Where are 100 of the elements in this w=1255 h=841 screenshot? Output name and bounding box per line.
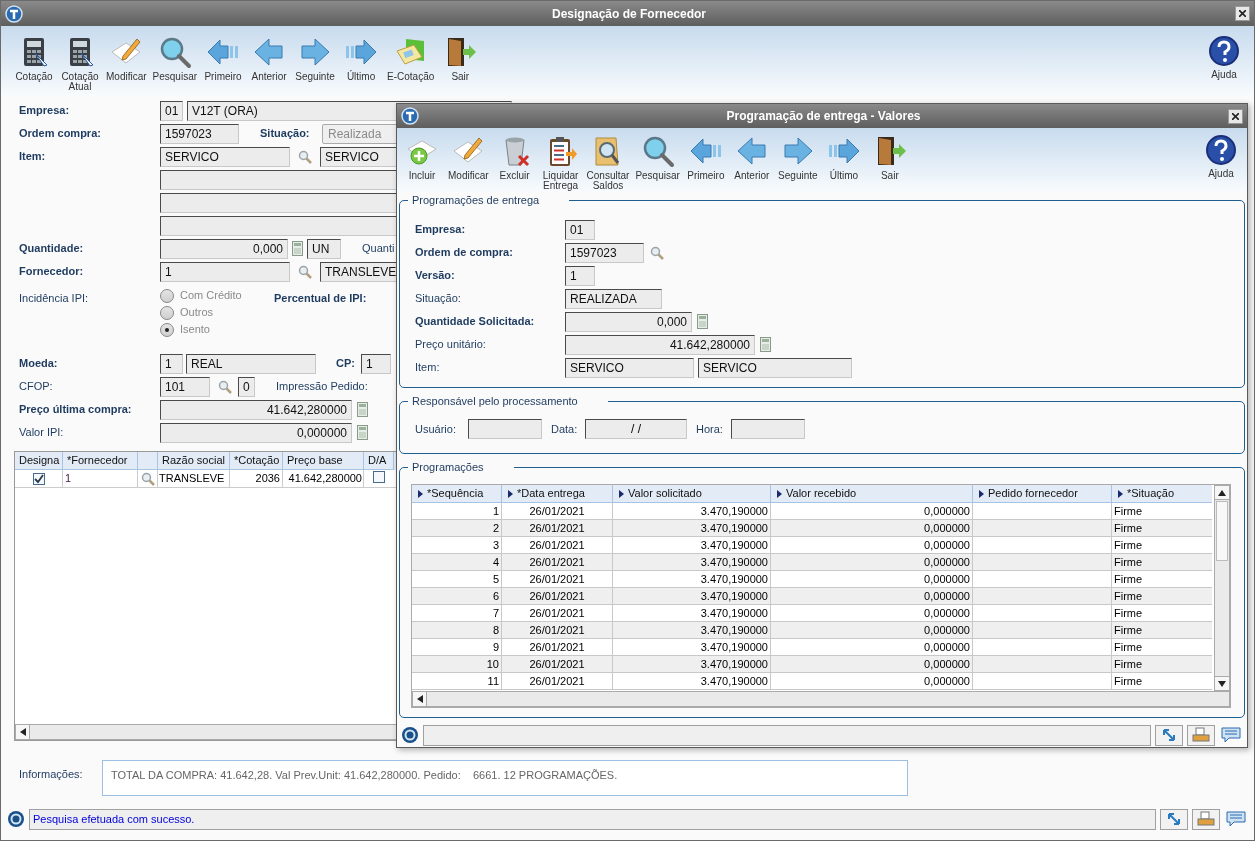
text-field[interactable]: 1597023 [160, 123, 239, 144]
column-header[interactable]: D/A [364, 452, 394, 470]
column-header[interactable]: Valor solicitado [613, 485, 771, 504]
text-field[interactable] [468, 418, 542, 439]
table-cell: 3.470,190000 [613, 622, 771, 639]
text-field[interactable]: 1 [361, 353, 391, 374]
text-field[interactable]: REALIZADA [565, 288, 662, 309]
scroll-thumb[interactable] [1216, 501, 1228, 562]
radio-button[interactable] [160, 305, 174, 320]
printer-button[interactable] [1187, 724, 1215, 746]
text-field[interactable]: 1 [565, 265, 595, 286]
calculator-icon[interactable] [292, 241, 303, 256]
toolbar-button[interactable]: Modificar [445, 131, 492, 181]
magnifier-icon[interactable] [650, 245, 664, 260]
column-header[interactable]: Pedido fornecedor [973, 485, 1112, 504]
close-icon [1232, 112, 1239, 120]
toolbar-button[interactable]: Sair [437, 32, 484, 82]
table-cell: 1 [63, 470, 138, 487]
toolbar-button[interactable]: Liquidar Entrega [537, 131, 584, 191]
toolbar-button[interactable]: Cotação [11, 32, 57, 82]
column-header[interactable]: Preço base [283, 452, 364, 470]
toolbar-button[interactable]: Anterior [246, 32, 293, 82]
column-header[interactable]: *Data entrega [502, 485, 613, 504]
text-field[interactable]: SERVICO [565, 357, 694, 378]
toolbar-button[interactable]: Último [820, 131, 867, 181]
toolbar-button[interactable]: Anterior [728, 131, 775, 181]
text-field[interactable]: REAL [186, 353, 316, 374]
field-label: Empresa: [415, 222, 467, 238]
table-cell: 2 [412, 520, 502, 537]
table-cell: 26/01/2021 [502, 622, 613, 639]
toolbar-button[interactable]: Excluir [491, 131, 538, 181]
text-field[interactable]: SERVICO [698, 357, 852, 378]
text-field[interactable]: UN [307, 238, 341, 259]
radio-button[interactable] [160, 288, 174, 303]
checkbox[interactable] [32, 472, 45, 485]
field-label: Ordem compra: [19, 126, 102, 142]
help-button[interactable]: Ajuda [1204, 32, 1244, 80]
text-field[interactable] [731, 418, 805, 439]
field-label: Item: [415, 360, 441, 376]
table-cell: 8 [412, 622, 502, 639]
field-label: Hora: [696, 421, 724, 437]
speech-bubble-icon [1226, 811, 1246, 827]
column-header[interactable]: *Cotação [230, 452, 283, 470]
scroll-up-icon[interactable] [1218, 489, 1226, 496]
magnifier-icon[interactable] [218, 379, 232, 394]
calculator-icon[interactable] [760, 337, 771, 352]
toolbar-button[interactable]: Primeiro [200, 32, 247, 82]
close-button[interactable] [1235, 6, 1250, 21]
text-field[interactable]: 0,000 [160, 238, 288, 259]
toolbar-button[interactable]: Pesquisar [632, 131, 683, 181]
scroll-left-icon[interactable] [19, 728, 26, 736]
radio-button[interactable] [160, 322, 174, 337]
text-field[interactable]: 41.642,280000 [565, 334, 755, 355]
calculator-icon[interactable] [697, 314, 708, 329]
text-field[interactable]: 1 [160, 261, 290, 282]
text-field[interactable]: 0,000 [565, 311, 692, 332]
calculator-icon[interactable] [357, 402, 368, 417]
column-header[interactable]: Valor recebido [771, 485, 973, 504]
toolbar-button[interactable]: E-Cotação [384, 32, 438, 82]
text-field[interactable]: 41.642,280000 [160, 399, 352, 420]
text-field[interactable]: 0,000000 [160, 422, 352, 443]
toolbar-button[interactable]: Consultar Saldos [583, 131, 633, 191]
toolbar-button[interactable]: Modificar [103, 32, 150, 82]
horizontal-scrollbar[interactable] [412, 691, 1230, 708]
magnifier-icon[interactable] [298, 149, 312, 164]
calculator-icon[interactable] [357, 425, 368, 440]
text-field[interactable]: 1 [160, 353, 183, 374]
vertical-scrollbar[interactable] [1214, 485, 1230, 692]
toolbar-button[interactable]: Último [338, 32, 385, 82]
checkbox[interactable] [373, 471, 385, 483]
toolbar-button[interactable]: Pesquisar [149, 32, 201, 82]
text-field[interactable]: SERVICO [160, 146, 290, 167]
magnifier-icon[interactable] [298, 264, 312, 279]
table-cell: 3.470,190000 [613, 520, 771, 537]
resize-button[interactable] [1160, 808, 1188, 830]
text-field[interactable]: 01 [160, 100, 183, 121]
scroll-down-icon[interactable] [1218, 680, 1226, 687]
magnifier-icon[interactable] [140, 471, 155, 486]
column-header[interactable]: Designa [15, 452, 63, 470]
toolbar-button[interactable]: Sair [866, 131, 913, 181]
toolbar-button[interactable]: Primeiro [682, 131, 729, 181]
date-field[interactable]: / / [585, 418, 687, 439]
text-field[interactable]: 101 [160, 376, 210, 397]
text-field[interactable]: 1597023 [565, 242, 644, 263]
toolbar-button[interactable]: Seguinte [292, 32, 339, 82]
text-field[interactable]: 01 [565, 219, 595, 240]
text-field[interactable]: 0 [238, 376, 255, 397]
status-logo-icon [7, 810, 25, 828]
column-header[interactable]: *Sequência [412, 485, 502, 504]
column-header[interactable]: *Situação [1112, 485, 1213, 504]
help-button[interactable]: Ajuda [1201, 131, 1241, 179]
toolbar-button[interactable]: Cotação Atual [57, 32, 103, 92]
table-cell: 5 [412, 571, 502, 588]
toolbar-button[interactable]: Seguinte [774, 131, 821, 181]
column-header[interactable]: *Fornecedor [63, 452, 138, 470]
printer-button[interactable] [1192, 808, 1220, 830]
scroll-left-icon[interactable] [416, 695, 423, 704]
column-header[interactable]: Razão social [158, 452, 230, 470]
resize-button[interactable] [1155, 724, 1183, 746]
close-button[interactable] [1228, 108, 1243, 124]
